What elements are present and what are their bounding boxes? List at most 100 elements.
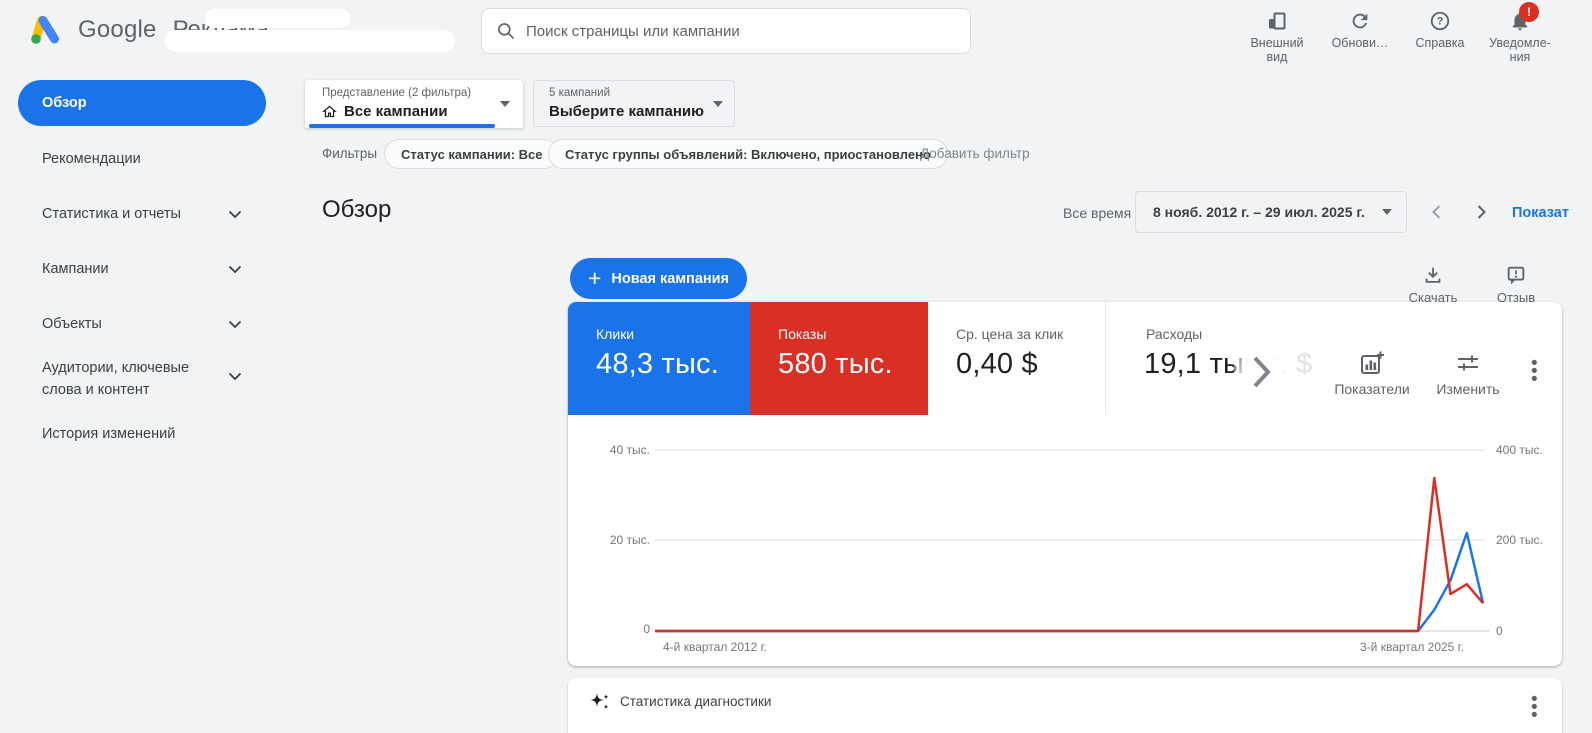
view-selector-active-indicator bbox=[309, 124, 495, 128]
notifications-button[interactable]: ! Уведомле-ния bbox=[1484, 8, 1556, 64]
y-axis-right-tick: 0 bbox=[1496, 624, 1503, 638]
y-axis-right-tick: 200 тыс. bbox=[1496, 533, 1543, 547]
card-more-options-button[interactable]: ••• bbox=[1531, 360, 1538, 384]
appearance-label: Внешний вид bbox=[1241, 37, 1313, 64]
plus-icon: + bbox=[588, 268, 601, 288]
view-selector-caption: Представление (2 фильтра) bbox=[322, 87, 471, 99]
y-axis-left-tick: 20 тыс. bbox=[590, 533, 650, 547]
notifications-label: Уведомле-ния bbox=[1484, 37, 1556, 64]
download-icon bbox=[1422, 264, 1444, 286]
add-filter-button[interactable]: Добавить фильтр bbox=[920, 146, 1030, 161]
chevron-right-icon bbox=[1252, 355, 1272, 389]
sidebar-item-recommendations[interactable]: Рекомендации bbox=[42, 151, 252, 167]
scorecards-scroll-right-button[interactable] bbox=[1234, 344, 1290, 400]
refresh-icon bbox=[1349, 10, 1371, 32]
edit-button-label: Изменить bbox=[1436, 381, 1499, 397]
edit-button[interactable]: Изменить bbox=[1420, 350, 1516, 397]
filter-chip-text: Статус группы объявлений: Включено, прио… bbox=[565, 147, 931, 162]
scorecard-impressions[interactable]: Показы 580 тыс. bbox=[750, 302, 928, 415]
scorecard-clicks[interactable]: Клики 48,3 тыс. bbox=[568, 302, 750, 415]
diagnostics-title: Статистика диагностики bbox=[620, 694, 771, 709]
metrics-button-label: Показатели bbox=[1334, 381, 1409, 397]
add-chart-icon bbox=[1359, 350, 1385, 376]
download-button[interactable]: Скачать bbox=[1393, 264, 1473, 305]
chevron-down-icon[interactable] bbox=[228, 320, 242, 329]
scorecard-value: 0,40 $ bbox=[956, 348, 1038, 381]
tune-icon bbox=[1455, 350, 1481, 376]
feedback-button[interactable]: Отзыв bbox=[1476, 264, 1556, 305]
date-range-picker[interactable]: 8 нояб. 2012 г. – 29 июл. 2025 г. bbox=[1135, 191, 1407, 233]
dropdown-caret-icon bbox=[500, 101, 510, 107]
date-range-value: 8 нояб. 2012 г. – 29 июл. 2025 г. bbox=[1153, 204, 1365, 220]
filter-chip-campaign-status[interactable]: Статус кампании: Все bbox=[384, 139, 559, 169]
google-ads-overview-page: GoogleРеклама Внешний вид Обнови… ? Спра… bbox=[0, 0, 1592, 733]
scorecard-label: Расходы bbox=[1146, 326, 1202, 342]
scorecard-label: Клики bbox=[596, 326, 634, 342]
diagnostics-more-options-button[interactable]: ••• bbox=[1531, 696, 1538, 720]
x-axis-start-label: 4-й квартал 2012 г. bbox=[663, 640, 767, 654]
chevron-down-icon[interactable] bbox=[228, 372, 242, 381]
scorecard-value: 19,1 ты bbox=[1144, 348, 1244, 380]
previous-period-icon[interactable] bbox=[1428, 203, 1446, 221]
refresh-label: Обнови… bbox=[1332, 37, 1389, 51]
scorecard-avg-cpc[interactable]: Ср. цена за клик 0,40 $ bbox=[928, 302, 1105, 415]
scorecard-value: 48,3 тыс. bbox=[596, 348, 719, 381]
sidebar-item-label: Статистика и отчеты bbox=[42, 206, 181, 222]
sidebar-item-insights-reports[interactable]: Статистика и отчеты bbox=[42, 206, 252, 222]
show-link[interactable]: Показат bbox=[1512, 205, 1569, 221]
chart-line-Клики bbox=[655, 533, 1483, 631]
sidebar-item-change-history[interactable]: История изменений bbox=[42, 426, 252, 442]
chart-line-Показы bbox=[655, 478, 1483, 631]
next-period-icon[interactable] bbox=[1472, 203, 1490, 221]
redacted-account-id bbox=[165, 30, 455, 52]
campaign-selector-dropdown[interactable]: 5 кампаний Выберите кампанию bbox=[533, 80, 735, 127]
campaign-selector-value: Выберите кампанию bbox=[549, 103, 704, 120]
scorecard-label: Ср. цена за клик bbox=[956, 326, 1063, 342]
scorecard-value: 580 тыс. bbox=[778, 348, 893, 381]
filter-chip-adgroup-status[interactable]: Статус группы объявлений: Включено, прио… bbox=[548, 139, 948, 169]
help-button[interactable]: ? Справка bbox=[1404, 8, 1476, 51]
view-selector-dropdown[interactable]: Представление (2 фильтра) Все кампании bbox=[305, 80, 523, 128]
help-icon: ? bbox=[1429, 10, 1451, 32]
x-axis-end-label: 3-й квартал 2025 г. bbox=[1360, 640, 1464, 654]
search-icon bbox=[496, 21, 516, 41]
appearance-icon bbox=[1265, 9, 1289, 33]
logo-brand-text: Google bbox=[78, 16, 157, 44]
y-axis-left-tick: 40 тыс. bbox=[590, 443, 650, 457]
chevron-down-icon[interactable] bbox=[228, 210, 242, 219]
metrics-button[interactable]: Показатели bbox=[1324, 350, 1420, 397]
diagnostics-card: Статистика диагностики ••• bbox=[568, 678, 1562, 733]
campaign-selector-caption: 5 кампаний bbox=[549, 87, 610, 99]
sidebar-item-overview[interactable]: Обзор bbox=[18, 80, 266, 126]
feedback-icon bbox=[1505, 264, 1527, 286]
overview-chart-svg[interactable] bbox=[568, 415, 1562, 666]
sparkle-icon bbox=[588, 690, 612, 714]
sidebar-item-campaigns[interactable]: Кампании bbox=[42, 261, 252, 277]
new-campaign-label: Новая кампания bbox=[611, 271, 729, 287]
sidebar-item-label: Объекты bbox=[42, 316, 102, 332]
refresh-button[interactable]: Обнови… bbox=[1324, 8, 1396, 51]
sidebar-item-label: Кампании bbox=[42, 261, 109, 277]
sidebar-item-label: Обзор bbox=[42, 95, 87, 111]
y-axis-right-tick: 400 тыс. bbox=[1496, 443, 1543, 457]
global-search[interactable] bbox=[481, 8, 971, 54]
date-preset-label: Все время bbox=[1063, 205, 1131, 221]
svg-text:?: ? bbox=[1437, 16, 1444, 28]
y-axis-left-tick: 0 bbox=[590, 622, 650, 636]
sidebar-item-assets[interactable]: Объекты bbox=[42, 316, 252, 332]
page-title: Обзор bbox=[322, 196, 391, 224]
redacted-account-name bbox=[205, 9, 350, 28]
search-input[interactable] bbox=[526, 23, 956, 40]
google-ads-logo-icon bbox=[28, 13, 68, 47]
home-icon bbox=[322, 104, 337, 119]
dropdown-caret-icon bbox=[1382, 209, 1392, 215]
chevron-down-icon[interactable] bbox=[228, 265, 242, 274]
view-selector-value: Все кампании bbox=[344, 103, 448, 120]
appearance-button[interactable]: Внешний вид bbox=[1241, 8, 1313, 64]
scorecard-label: Показы bbox=[778, 326, 826, 342]
new-campaign-button[interactable]: + Новая кампания bbox=[570, 258, 747, 299]
sidebar-item-label: История изменений bbox=[42, 426, 175, 442]
sidebar-item-audiences-keywords[interactable]: Аудитории, ключевые слова и контент bbox=[42, 357, 220, 401]
overview-performance-card: Клики 48,3 тыс. Показы 580 тыс. Ср. цена… bbox=[568, 302, 1562, 666]
help-label: Справка bbox=[1415, 37, 1464, 51]
